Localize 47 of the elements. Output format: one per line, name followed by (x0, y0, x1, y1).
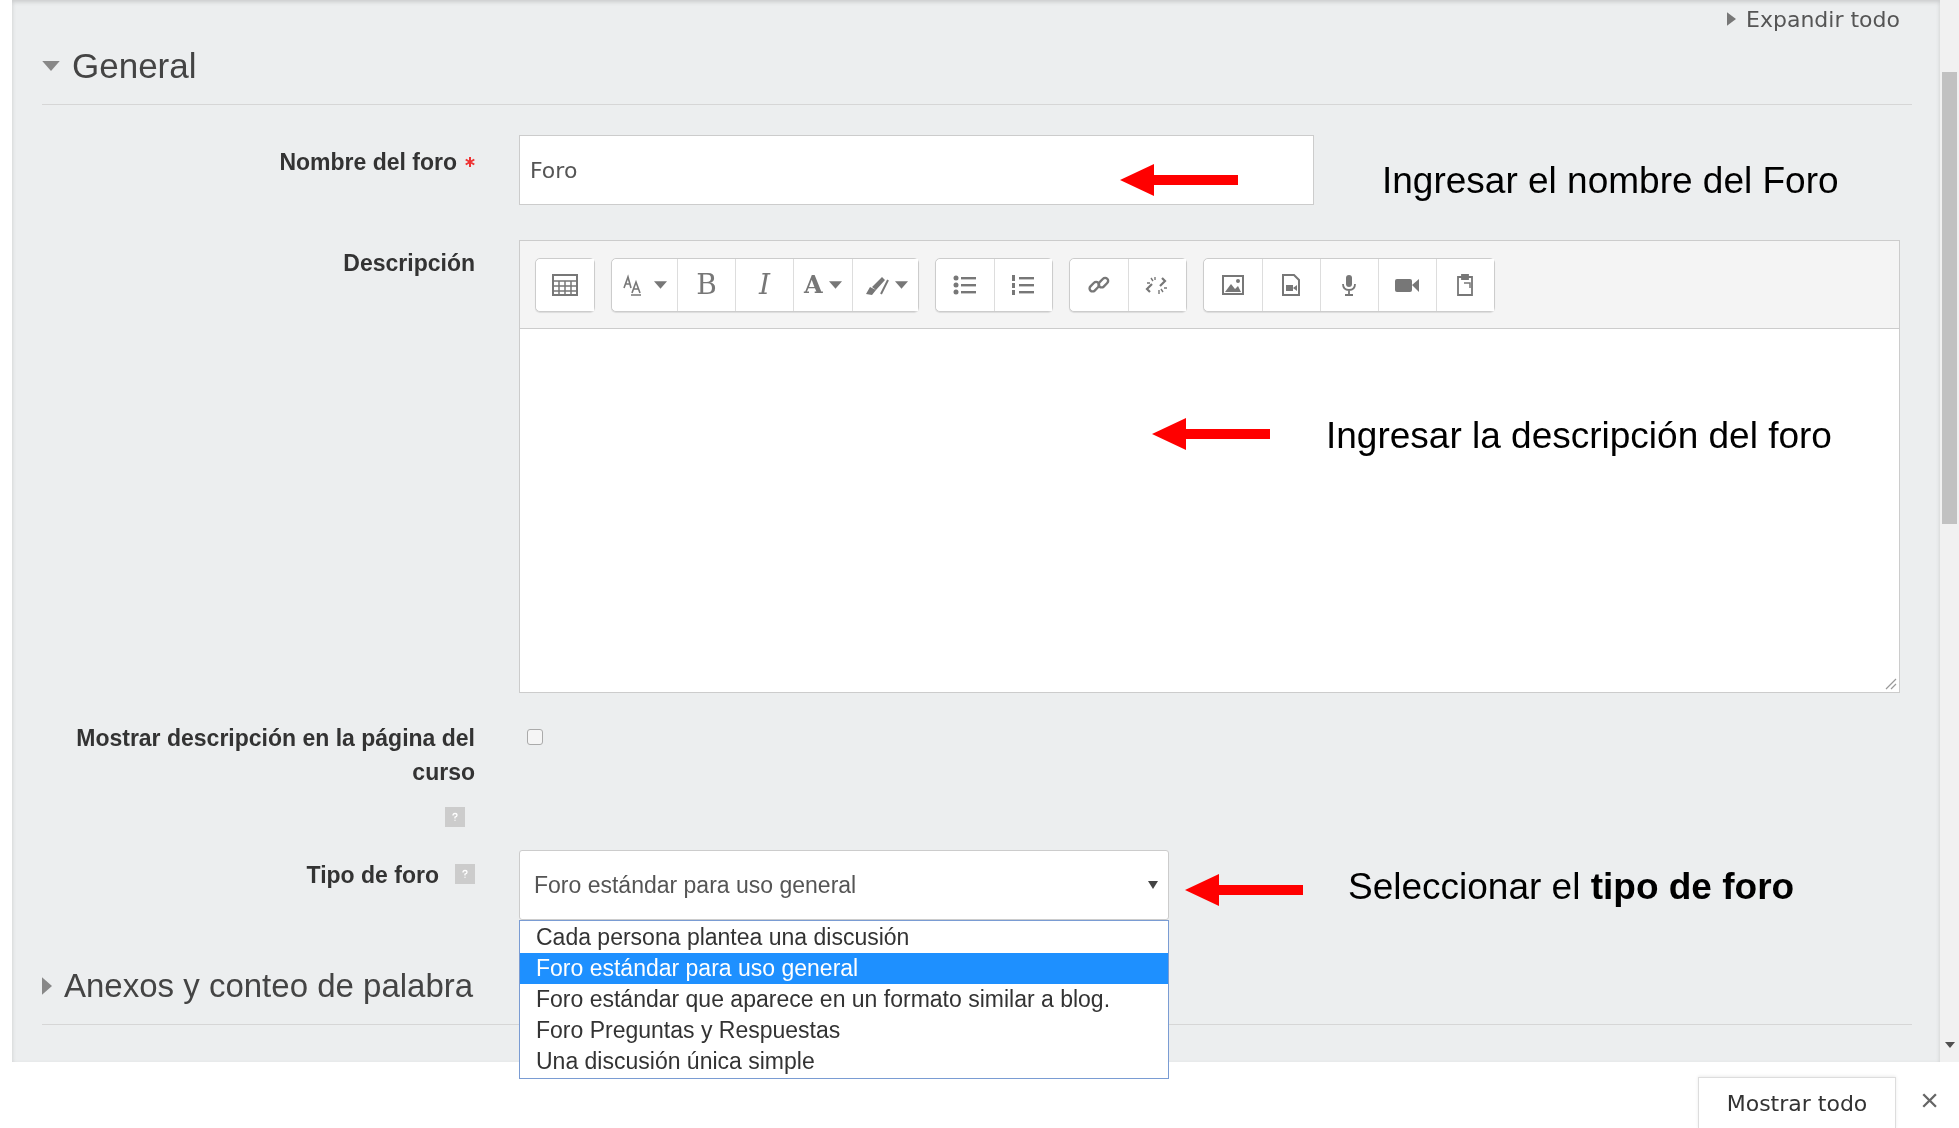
numbered-list-icon (1010, 273, 1037, 296)
numbers-button[interactable] (993, 258, 1052, 311)
annotation-text: Ingresar la descripción del foro (1326, 415, 1832, 457)
color-button[interactable]: A (793, 258, 852, 311)
paste-button[interactable] (1435, 258, 1494, 311)
media-button[interactable] (1261, 258, 1320, 311)
field-label: Tipo de foro (306, 862, 439, 889)
show-all-button[interactable]: Mostrar todo (1697, 1077, 1897, 1128)
link-button[interactable] (1069, 258, 1128, 311)
image-icon (1219, 273, 1246, 296)
video-button[interactable] (1377, 258, 1436, 311)
scrollbar-thumb[interactable] (1942, 72, 1957, 524)
scroll-down-icon[interactable] (1945, 1042, 1955, 1048)
mic-button[interactable] (1319, 258, 1378, 311)
bulleted-list-icon (951, 273, 978, 296)
dropdown-option[interactable]: Una discusión única simple (520, 1046, 1168, 1077)
forum-type-select[interactable]: Foro estándar para uso general (519, 850, 1169, 920)
arrow-icon (1185, 872, 1305, 908)
section-title[interactable]: General (72, 46, 197, 86)
italic-button[interactable]: I (735, 258, 793, 311)
annotation-text: Seleccionar el tipo de foro (1348, 866, 1795, 908)
table-button[interactable] (536, 258, 594, 311)
field-label: Descripción (343, 250, 475, 277)
resize-handle-icon[interactable] (1885, 678, 1897, 690)
caret-icon (1148, 881, 1158, 889)
caret-icon (1727, 12, 1737, 26)
highlight-button[interactable] (851, 258, 918, 311)
bold-button[interactable]: B (677, 258, 735, 311)
checkbox[interactable] (527, 729, 543, 745)
expand-all-link[interactable]: Expandir todo (1727, 4, 1900, 34)
close-button[interactable]: × (1914, 1081, 1945, 1119)
dropdown-option[interactable]: Foro Preguntas y Respuestas (520, 1015, 1168, 1046)
unlink-button[interactable] (1127, 258, 1186, 311)
bullets-button[interactable] (935, 258, 994, 311)
image-button[interactable] (1203, 258, 1262, 311)
field-label: Mostrar descripción en la página del curso (75, 724, 475, 787)
table-icon (552, 273, 578, 296)
annotation-text: Ingresar el nombre del Foro (1382, 160, 1839, 202)
scrollbar[interactable] (1940, 0, 1959, 1062)
arrow-icon (1152, 416, 1272, 452)
arrow-icon (1120, 162, 1240, 198)
dropdown-option[interactable]: Cada persona plantea una discusión (520, 922, 1168, 953)
dropdown-option[interactable]: Foro estándar que aparece en un formato similar a blog. (520, 984, 1168, 1015)
fontsize-button[interactable] (612, 258, 677, 311)
name-field[interactable]: Foro (519, 135, 1314, 205)
field-label: Nombre del foro (279, 149, 457, 176)
section-title[interactable]: Anexos y conteo de palabra (64, 967, 474, 1005)
